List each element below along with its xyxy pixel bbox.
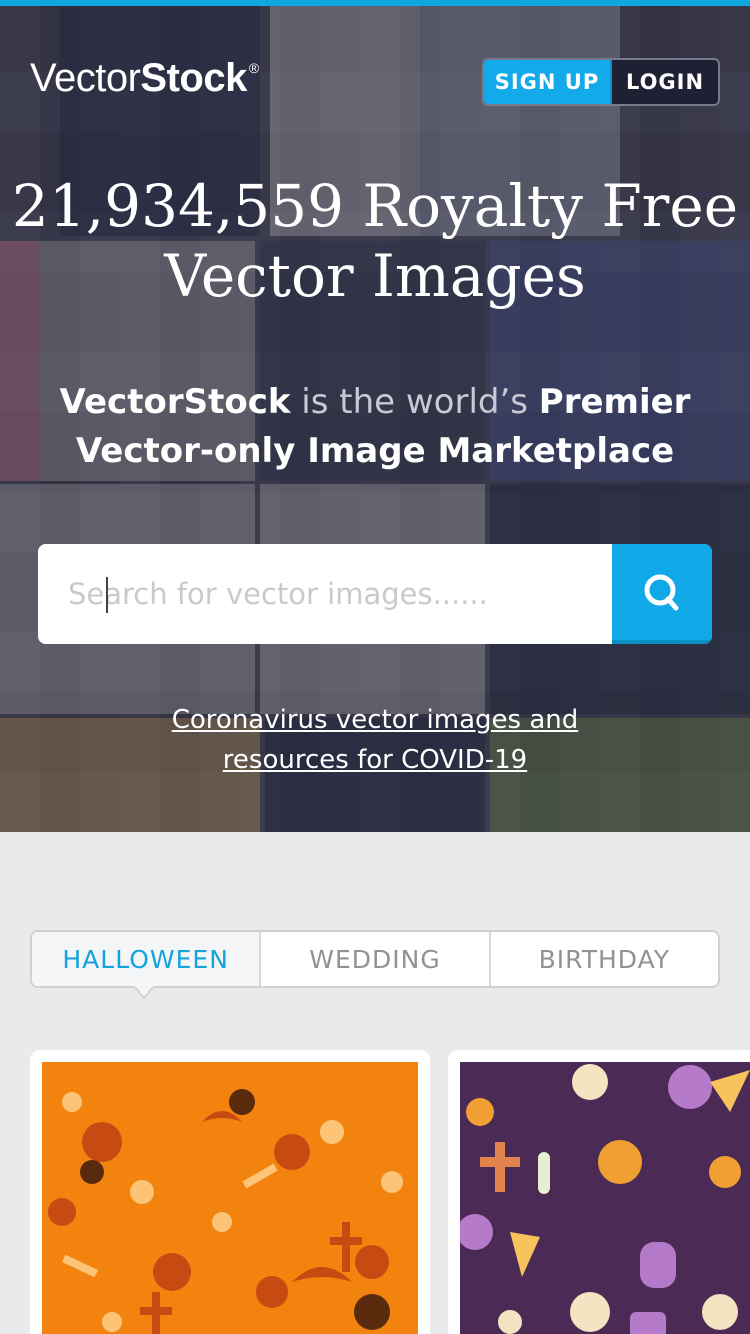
image-card[interactable] — [448, 1050, 750, 1334]
auth-buttons: SIGN UP LOGIN — [482, 58, 720, 106]
halloween-orange-pattern — [42, 1062, 418, 1334]
logo-text-stock: Stock — [140, 56, 247, 100]
covid-resources-link[interactable]: Coronavirus vector images and resources … — [0, 700, 750, 780]
covid-link-line-2: resources for COVID-19 — [222, 745, 528, 775]
tagline-premier: Premier — [538, 382, 691, 422]
text-caret — [106, 577, 108, 613]
hero-tagline: VectorStock is the world’s Premier Vecto… — [0, 378, 750, 476]
covid-link-line-1: Coronavirus vector images and — [171, 705, 579, 735]
orange-pattern-art — [48, 1089, 403, 1334]
tab-birthday[interactable]: BIRTHDAY — [491, 932, 718, 986]
search-input[interactable] — [38, 544, 612, 644]
sign-up-button[interactable]: SIGN UP — [484, 60, 612, 104]
purple-pattern-art — [460, 1064, 750, 1334]
logo-text-vector: Vector — [30, 56, 141, 100]
headline-line-2: Vector Images — [164, 242, 586, 310]
category-tabs: HALLOWEEN WEDDING BIRTHDAY — [30, 930, 720, 988]
tab-wedding[interactable]: WEDDING — [261, 932, 491, 986]
tagline-brand: VectorStock — [59, 382, 291, 422]
search-icon — [644, 574, 679, 611]
wavy-divider — [0, 822, 750, 842]
tagline-line-2: Vector-only Image Marketplace — [75, 431, 675, 471]
hero-section: VectorStock ® SIGN UP LOGIN 21,934,559 Ro… — [0, 6, 750, 832]
search-bar — [38, 544, 712, 644]
search-button[interactable] — [612, 544, 712, 644]
halloween-purple-pattern — [460, 1062, 750, 1334]
tagline-middle: is the world’s — [290, 382, 539, 422]
active-tab-pointer — [134, 986, 154, 1000]
vectorstock-logo[interactable]: VectorStock ® — [30, 56, 259, 101]
tab-halloween[interactable]: HALLOWEEN — [32, 932, 262, 986]
login-button[interactable]: LOGIN — [612, 60, 718, 104]
headline-line-1: 21,934,559 Royalty Free — [11, 172, 739, 240]
hero-headline: 21,934,559 Royalty Free Vector Images — [0, 171, 750, 311]
registered-mark: ® — [248, 60, 259, 76]
image-card[interactable] — [30, 1050, 430, 1334]
